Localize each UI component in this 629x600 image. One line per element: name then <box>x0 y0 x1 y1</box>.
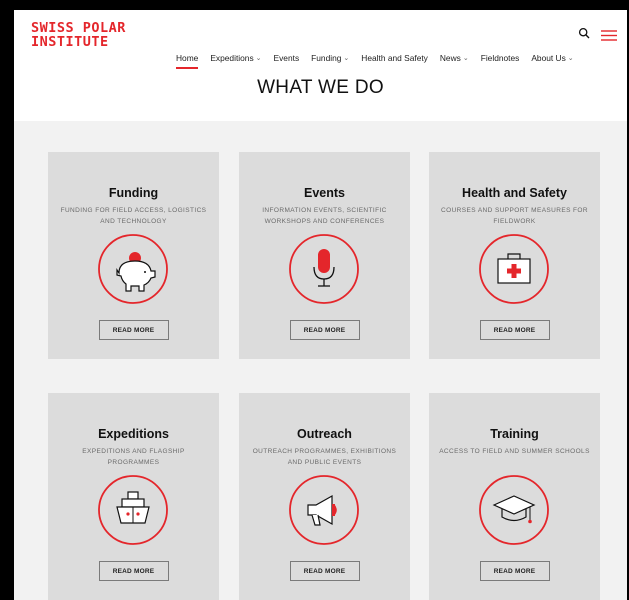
card-events[interactable]: Events INFORMATION EVENTS, SCIENTIFIC WO… <box>239 152 410 359</box>
read-more-button[interactable]: READ MORE <box>98 561 169 581</box>
nav-item-fieldnotes[interactable]: Fieldnotes <box>481 53 520 63</box>
read-more-button[interactable]: READ MORE <box>479 561 550 581</box>
nav-item-events[interactable]: Events <box>274 53 300 63</box>
main-nav: Home Expeditions ⌄ Events Funding ⌄ Health… <box>176 53 574 69</box>
nav-label: Events <box>273 53 300 63</box>
card-description: COURSES AND SUPPORT MEASURES FOR FIELDWO… <box>441 207 588 225</box>
header-icons <box>578 27 617 41</box>
card-description: OUTREACH PROGRAMMES, EXHIBITIONS AND PUB… <box>252 448 397 466</box>
read-more-button[interactable]: READ MORE <box>98 320 169 340</box>
nav-label: About Us <box>531 53 566 63</box>
read-more-button[interactable]: READ MORE <box>289 320 360 340</box>
read-more-button[interactable]: READ MORE <box>289 561 360 581</box>
search-icon[interactable] <box>578 27 591 40</box>
card-title: Funding <box>108 186 159 200</box>
card-description: EXPEDITIONS AND FLAGSHIP PROGRAMMES <box>82 448 185 466</box>
menu-icon[interactable] <box>601 28 617 41</box>
ship-icon <box>97 474 169 546</box>
read-more-button[interactable]: READ MORE <box>479 320 550 340</box>
site-logo[interactable]: SWISS POLAR INSTITUTE <box>31 21 151 49</box>
card-training[interactable]: Training ACCESS TO FIELD AND SUMMER SCHO… <box>429 393 600 600</box>
card-description: FUNDING FOR FIELD ACCESS, LOGISTICS AND … <box>60 207 207 225</box>
nav-label: Health and Safety <box>361 53 428 63</box>
piggy-bank-icon <box>97 233 169 305</box>
megaphone-icon <box>288 474 360 546</box>
first-aid-kit-icon <box>478 233 550 305</box>
page-title: WHAT WE DO <box>257 77 384 98</box>
card-expeditions[interactable]: Expeditions EXPEDITIONS AND FLAGSHIP PRO… <box>48 393 219 600</box>
nav-item-expeditions[interactable]: Expeditions ⌄ <box>210 53 261 63</box>
nav-item-funding[interactable]: Funding ⌄ <box>311 53 349 63</box>
card-title: Health and Safety <box>462 186 567 200</box>
nav-item-health-and-safety[interactable]: Health and Safety <box>361 53 428 63</box>
chevron-down-icon: ⌄ <box>462 55 469 62</box>
nav-item-news[interactable]: News ⌄ <box>440 53 469 63</box>
card-description: INFORMATION EVENTS, SCIENTIFIC WORKSHOPS… <box>262 207 387 225</box>
nav-label: Expeditions <box>210 53 254 63</box>
card-funding[interactable]: Funding FUNDING FOR FIELD ACCESS, LOGIST… <box>48 152 219 359</box>
nav-label: News <box>439 53 461 63</box>
logo-line-2: INSTITUTE <box>31 34 109 50</box>
microphone-icon <box>288 233 360 305</box>
card-title: Training <box>490 427 539 441</box>
chevron-down-icon: ⌄ <box>343 55 350 62</box>
nav-item-about-us[interactable]: About Us ⌄ <box>531 53 573 63</box>
card-title: Expeditions <box>98 427 169 441</box>
chevron-down-icon: ⌄ <box>567 55 574 62</box>
card-title: Outreach <box>297 427 352 441</box>
chevron-down-icon: ⌄ <box>255 55 262 62</box>
card-outreach[interactable]: Outreach OUTREACH PROGRAMMES, EXHIBITION… <box>239 393 410 600</box>
nav-label: Funding <box>311 53 342 63</box>
card-description: ACCESS TO FIELD AND SUMMER SCHOOLS <box>439 448 590 455</box>
card-health-and-safety[interactable]: Health and Safety COURSES AND SUPPORT ME… <box>429 152 600 359</box>
nav-item-home[interactable]: Home <box>176 53 199 69</box>
nav-label: Fieldnotes <box>480 53 520 63</box>
page: SWISS POLAR INSTITUTE Home Expeditions ⌄ … <box>14 10 627 600</box>
graduation-cap-icon <box>478 474 550 546</box>
logo-line-1: SWISS POLAR <box>31 20 126 36</box>
what-we-do-section: Funding FUNDING FOR FIELD ACCESS, LOGIST… <box>14 121 627 600</box>
card-title: Events <box>304 186 345 200</box>
nav-label: Home <box>176 53 199 63</box>
